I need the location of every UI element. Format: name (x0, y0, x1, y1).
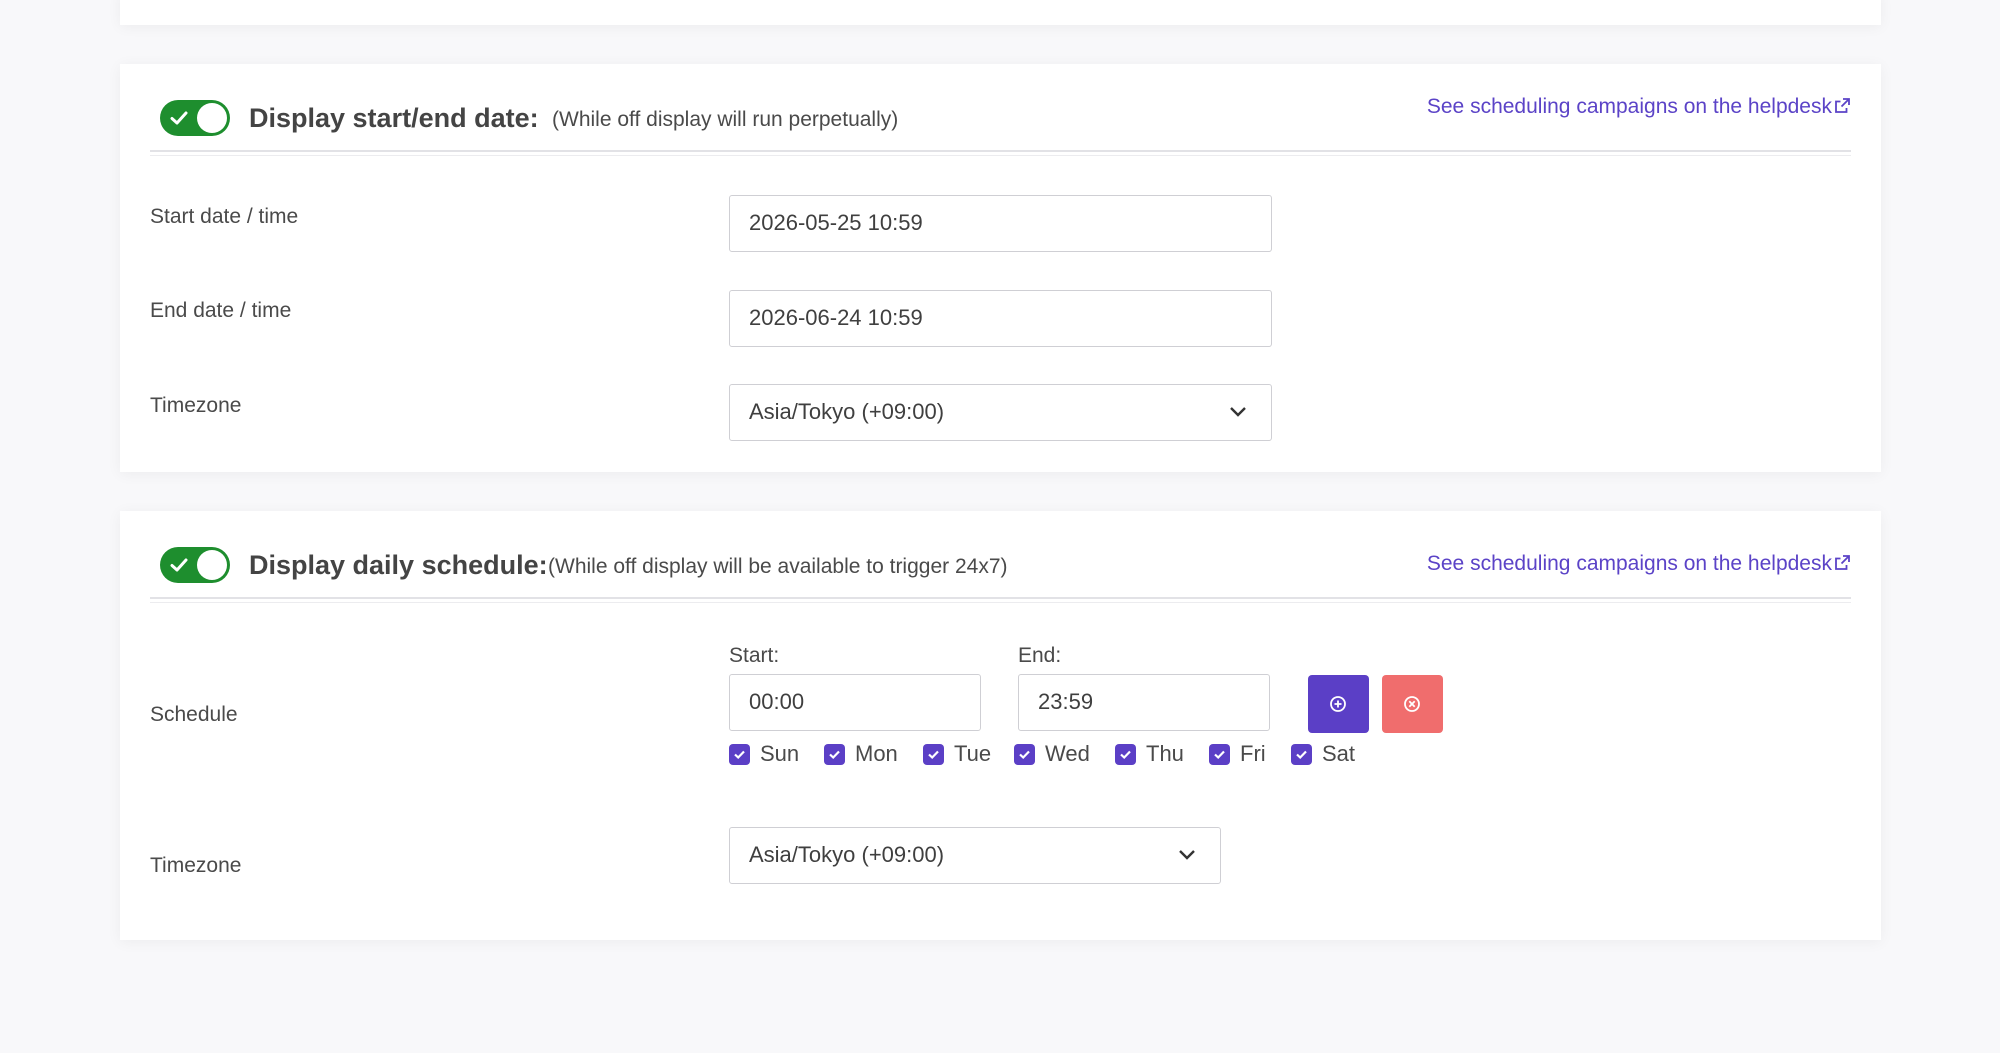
checkbox[interactable] (1209, 743, 1230, 765)
schedule-end-label: End: (1018, 644, 1062, 667)
timezone-label: Timezone (150, 394, 242, 417)
date-range-toggle[interactable] (160, 100, 230, 136)
help-link-label: See scheduling campaigns on the helpdesk (1426, 552, 1832, 575)
schedule-timezone-label: Timezone (150, 854, 242, 877)
date-range-note: (While off display will run perpetually) (552, 108, 899, 131)
daily-schedule-help-link[interactable]: See scheduling campaigns on the helpdesk (1427, 549, 1851, 579)
schedule-start-label: Start: (729, 644, 780, 667)
day-checkbox-sat[interactable]: Sat (1291, 739, 1355, 769)
schedule-end-input[interactable]: 23:59 (1018, 674, 1270, 731)
chevron-down-icon (1230, 407, 1246, 417)
start-date-label: Start date / time (150, 205, 299, 228)
day-label: Sun (760, 741, 800, 766)
daily-schedule-toggle[interactable] (160, 547, 230, 583)
day-checkbox-mon[interactable]: Mon (824, 739, 898, 769)
check-icon (928, 750, 939, 759)
date-range-title: Display start/end date: (249, 103, 539, 133)
date-range-header: Display start/end date: (While off displ… (150, 64, 1851, 156)
check-icon (170, 558, 188, 572)
daily-schedule-title: Display daily schedule: (249, 550, 548, 580)
day-checkbox-tue[interactable]: Tue (923, 739, 991, 769)
toggle-knob (197, 550, 227, 580)
check-icon (1296, 750, 1307, 759)
previous-section-card (120, 0, 1881, 25)
start-date-input[interactable]: 2026-05-25 10:59 (729, 195, 1272, 252)
check-icon (734, 750, 745, 759)
end-date-input[interactable]: 2026-06-24 10:59 (729, 290, 1272, 347)
checkbox[interactable] (923, 743, 944, 765)
schedule-start-input[interactable]: 00:00 (729, 674, 981, 731)
day-label: Fri (1240, 741, 1266, 766)
toggle-knob (197, 103, 227, 133)
check-icon (1214, 750, 1225, 759)
schedule-timezone-select[interactable]: Asia/Tokyo (+09:00) (729, 827, 1221, 884)
daily-schedule-section: Display daily schedule: (While off displ… (120, 511, 1881, 940)
daily-schedule-header: Display daily schedule: (While off displ… (150, 511, 1851, 603)
checkbox[interactable] (1014, 743, 1035, 765)
schedule-timezone-selected-value: Asia/Tokyo (+09:00) (749, 842, 945, 867)
schedule-label: Schedule (150, 703, 238, 726)
help-link-label: See scheduling campaigns on the helpdesk (1426, 95, 1832, 118)
plus-circle-icon (1330, 696, 1346, 712)
chevron-down-icon (1179, 850, 1195, 860)
day-checkbox-sun[interactable]: Sun (729, 739, 799, 769)
day-label: Mon (855, 741, 898, 766)
check-icon (829, 750, 840, 759)
checkbox[interactable] (824, 743, 845, 765)
external-link-icon (1835, 555, 1850, 570)
day-checkbox-fri[interactable]: Fri (1209, 739, 1266, 769)
daily-schedule-note: (While off display will be available to … (548, 555, 1008, 578)
check-icon (1019, 750, 1030, 759)
day-label: Tue (954, 741, 992, 766)
date-range-help-link[interactable]: See scheduling campaigns on the helpdesk (1427, 92, 1851, 122)
timezone-select[interactable]: Asia/Tokyo (+09:00) (729, 384, 1272, 441)
external-link-icon (1835, 98, 1850, 113)
checkbox[interactable] (1291, 743, 1312, 765)
date-range-section: Display start/end date: (While off displ… (120, 64, 1881, 472)
add-schedule-button[interactable] (1308, 675, 1369, 733)
day-label: Wed (1045, 741, 1090, 766)
x-circle-icon (1404, 696, 1420, 712)
check-icon (170, 111, 188, 125)
day-checkbox-wed[interactable]: Wed (1014, 739, 1090, 769)
day-label: Sat (1322, 741, 1356, 766)
check-icon (1120, 750, 1131, 759)
day-checkbox-thu[interactable]: Thu (1115, 739, 1184, 769)
checkbox[interactable] (1115, 743, 1136, 765)
timezone-selected-value: Asia/Tokyo (+09:00) (749, 399, 945, 424)
end-date-label: End date / time (150, 299, 292, 322)
checkbox[interactable] (729, 743, 750, 765)
day-label: Thu (1146, 741, 1184, 766)
remove-schedule-button[interactable] (1382, 675, 1443, 733)
